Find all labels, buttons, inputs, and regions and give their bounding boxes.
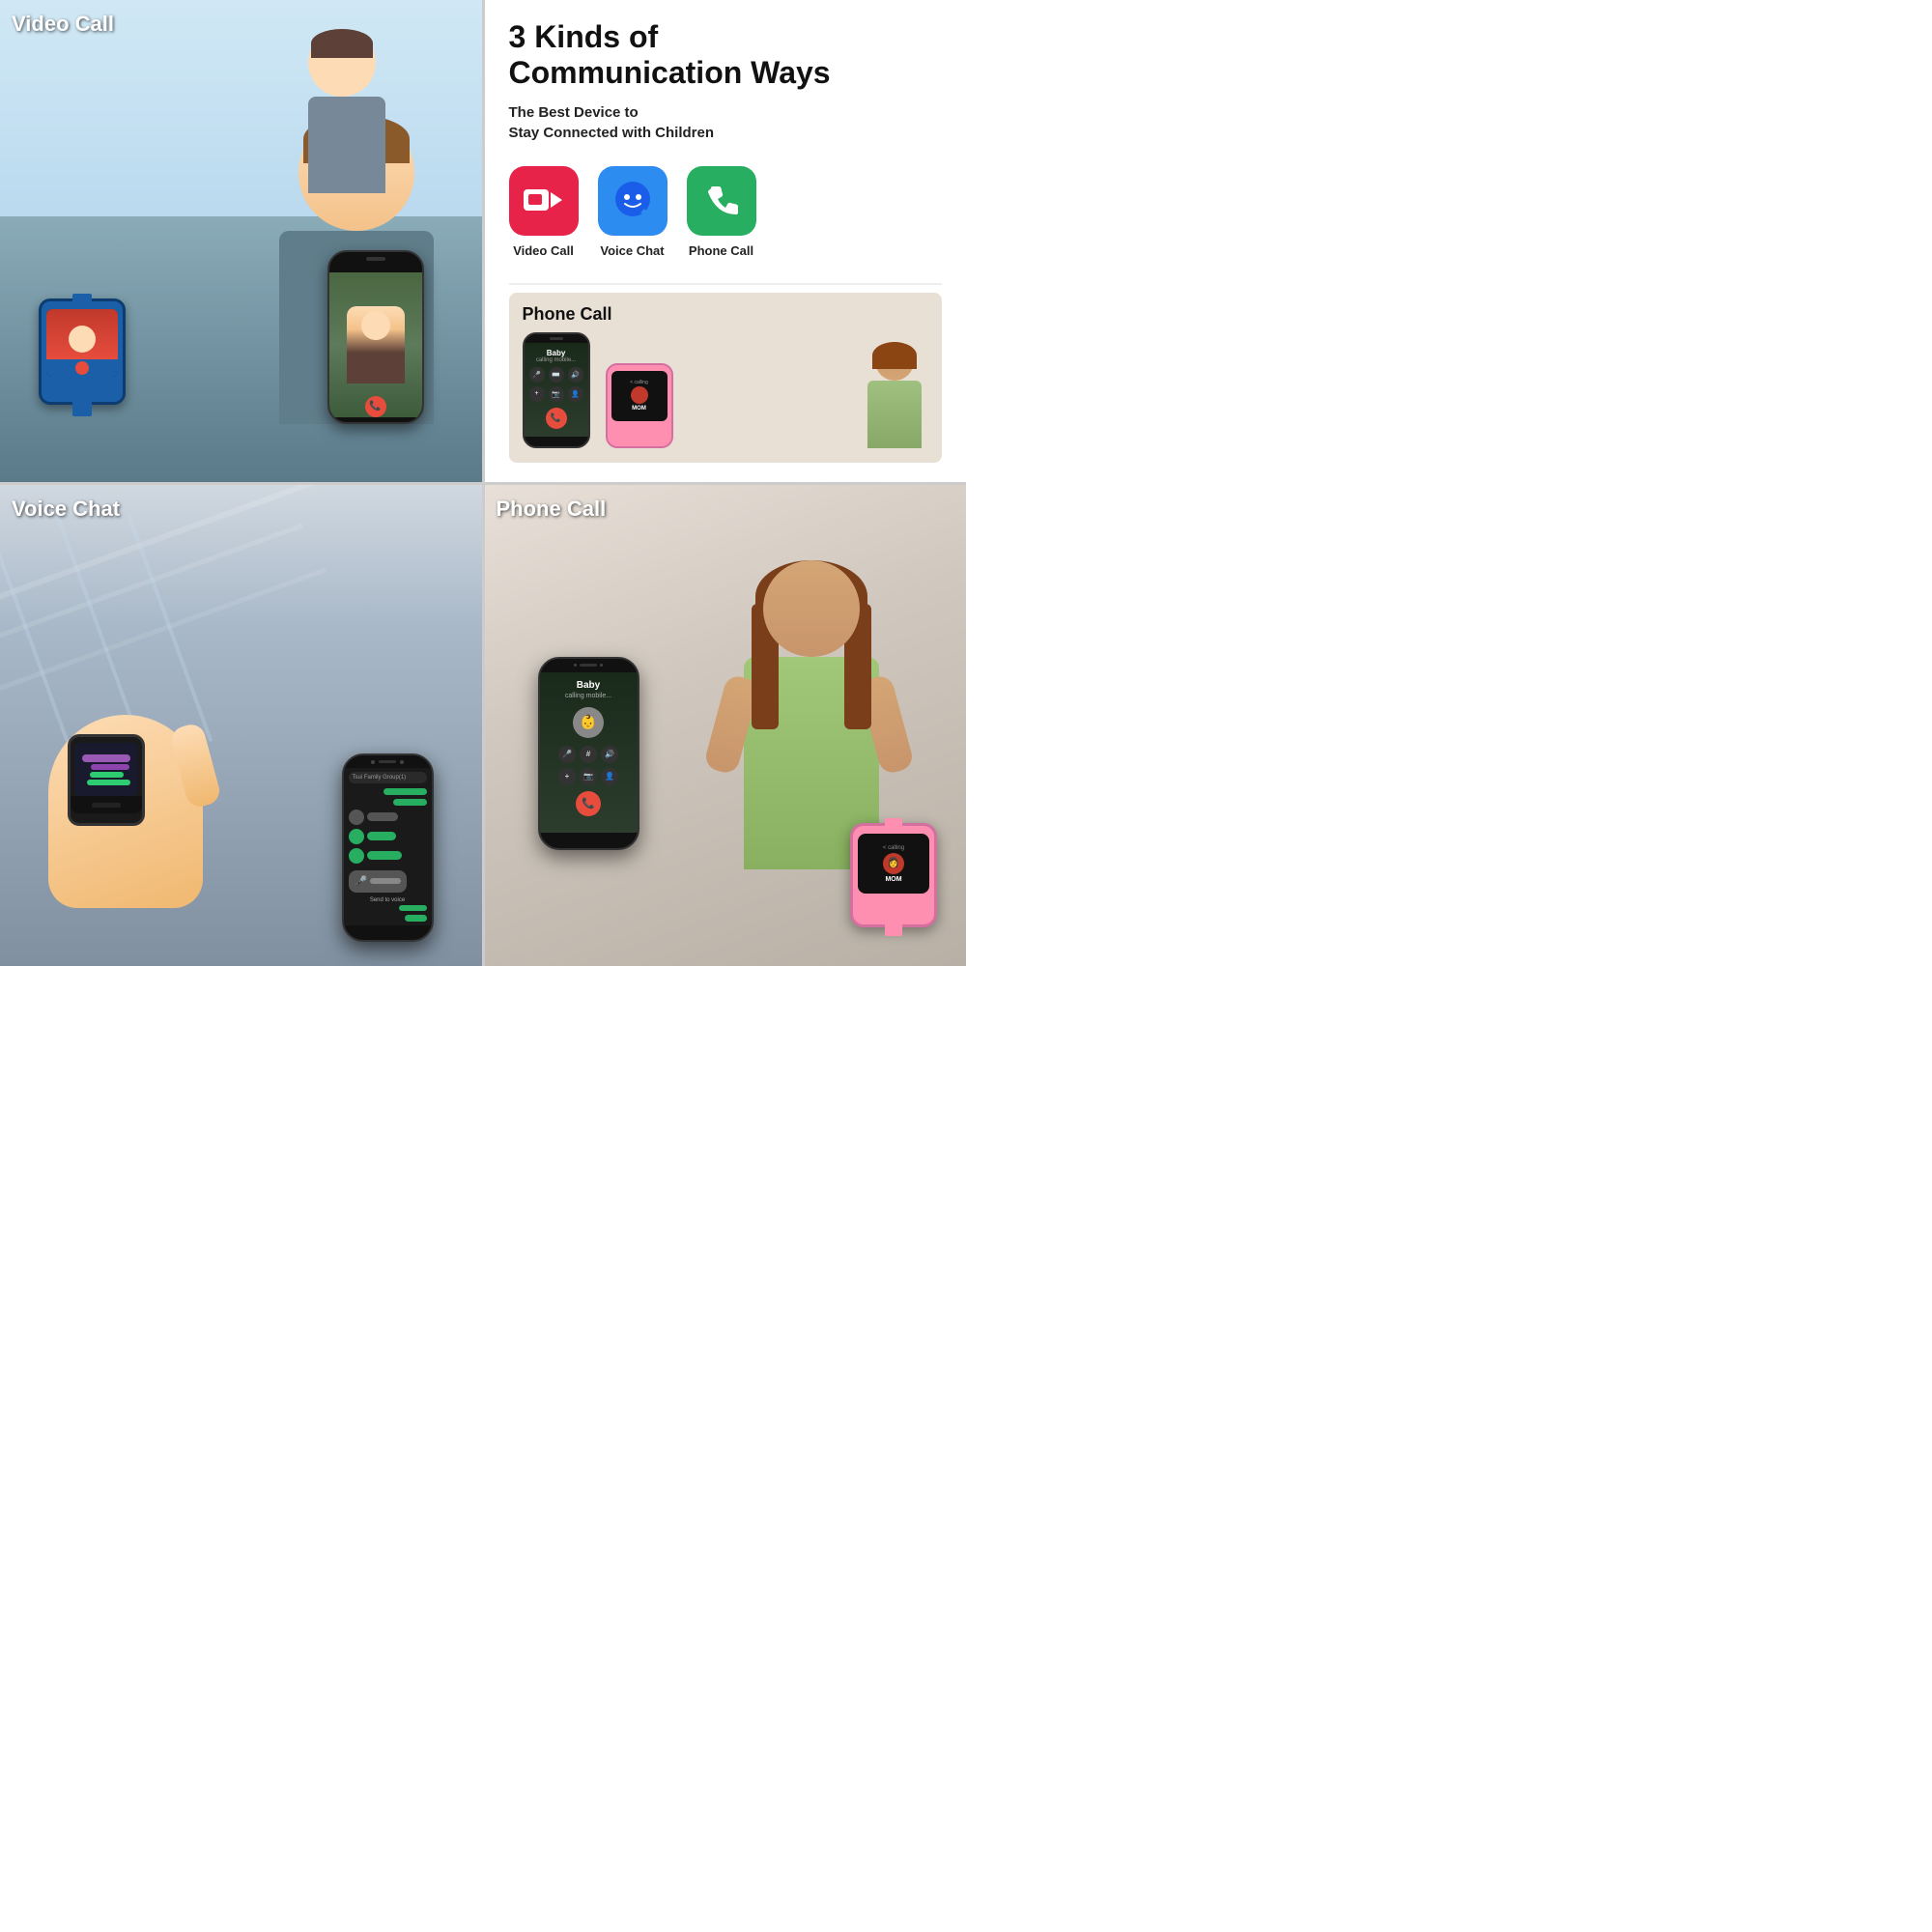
watch-caller-name: MOM — [632, 406, 646, 412]
watch-contact-name: MOM — [885, 876, 901, 883]
send-voice-label: Send to voice — [349, 897, 427, 903]
call-status-main: calling mobile... — [565, 693, 611, 699]
kid-body — [308, 97, 385, 193]
section-divider — [509, 283, 943, 285]
watch-calling-label: < calling — [630, 380, 647, 385]
phone-video-call: 📞 — [327, 250, 424, 424]
phone-voice-chat: Tsui Family Group(1) 🎤 — [342, 753, 434, 942]
voice-chat-icon-box — [598, 166, 668, 236]
info-panel: 3 Kinds of Communication Ways The Best D… — [485, 0, 967, 482]
call-phone-display: Baby calling mobile... 👶 🎤 # 🔊 + 📷 👤 📞 — [538, 657, 639, 850]
voice-chat-icon-label: Voice Chat — [600, 243, 664, 258]
watch-caller-head — [69, 326, 96, 353]
watch-screen-video — [46, 309, 118, 377]
phone-caller-figure — [347, 306, 405, 384]
smartwatch-voice-chat — [68, 734, 145, 826]
phone-call-cell: Baby calling mobile... 👶 🎤 # 🔊 + 📷 👤 📞 — [485, 485, 967, 967]
voice-chat-cell: Tsui Family Group(1) 🎤 — [0, 485, 482, 967]
video-call-icon — [524, 186, 564, 215]
icon-item-video-call: Video Call — [509, 166, 579, 258]
chat-group-name: Tsui Family Group(1) — [353, 775, 423, 781]
icon-item-phone-call: Phone Call — [687, 166, 756, 258]
info-title: 3 Kinds of Communication Ways — [509, 19, 943, 91]
video-call-label: Video Call — [12, 12, 114, 37]
watch-calling-text: < calling — [883, 845, 904, 851]
call-name-main: Baby — [577, 680, 600, 691]
smartwatch-video-call — [39, 298, 126, 405]
video-call-icon-box — [509, 166, 579, 236]
video-call-icon-label: Video Call — [513, 243, 574, 258]
phone-call-label: Phone Call — [497, 497, 607, 522]
call-status-display: calling mobile... — [536, 357, 576, 363]
watch-strap-top — [72, 294, 92, 303]
kid-hair — [311, 29, 373, 58]
phone-call-icon-label: Phone Call — [689, 243, 753, 258]
communication-icons-row: Video Call Voice Chat — [509, 166, 943, 258]
phone-caller-head — [361, 311, 390, 340]
kid-head — [308, 29, 376, 97]
video-call-cell: 📞 Video Call — [0, 0, 482, 482]
call-name-display: Baby — [547, 349, 566, 357]
smartwatch-phone-call: < calling 👩 MOM — [850, 823, 937, 927]
phone-call-icon-box — [687, 166, 756, 236]
watch-caller-view — [46, 309, 118, 360]
main-grid: 📞 Video Call 3 Kinds of Communication Wa… — [0, 0, 966, 966]
wrist-with-watch — [29, 686, 222, 908]
end-call-button-phone[interactable]: 📞 — [365, 396, 386, 417]
kid-figure — [308, 29, 385, 193]
icon-item-voice-chat: Voice Chat — [598, 166, 668, 258]
phone-call-icon — [703, 183, 740, 219]
watch-strap-bottom — [72, 399, 92, 416]
voice-chat-icon — [611, 180, 654, 222]
voice-chat-label: Voice Chat — [12, 497, 120, 522]
info-subtitle: The Best Device to Stay Connected with C… — [509, 102, 943, 143]
phone-call-preview-label: Phone Call — [523, 304, 929, 325]
